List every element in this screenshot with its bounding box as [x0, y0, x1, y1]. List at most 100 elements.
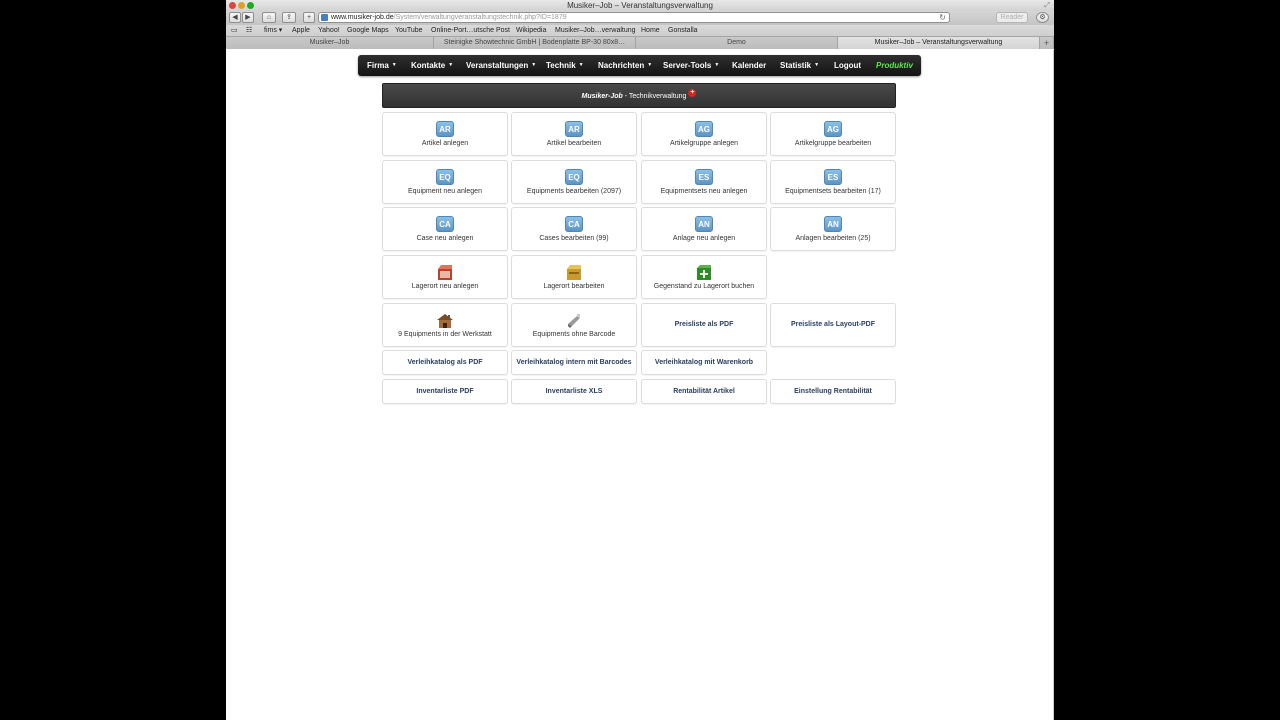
reading-list-icon[interactable]: ▭: [231, 25, 238, 36]
bookmark-item[interactable]: Yahoo!: [318, 25, 340, 36]
header-brand: Musiker-Job: [581, 93, 623, 100]
back-button[interactable]: ◀: [229, 12, 241, 23]
nav-server-tools[interactable]: Server-Tools ▼: [663, 55, 719, 76]
tile-einstellung-rentabilitaet[interactable]: Einstellung Rentabilität: [770, 379, 896, 404]
address-bar[interactable]: www.musiker-job.de/System/verwaltungvera…: [318, 12, 950, 23]
tile-rentabilitaet-artikel[interactable]: Rentabilität Artikel: [641, 379, 767, 404]
tile-equipment-neu-anlegen[interactable]: EQ Equipment neu anlegen: [382, 160, 508, 204]
barcode-scanner-icon: [565, 312, 583, 329]
header-title: - Technikverwaltung: [622, 93, 687, 100]
reload-icon[interactable]: ↻: [939, 13, 946, 22]
tile-label: Equipments bearbeiten (2097): [526, 188, 622, 195]
bookmark-item[interactable]: fims ▾: [264, 25, 282, 36]
browser-tab[interactable]: Demo: [636, 37, 838, 49]
add-icon[interactable]: +: [688, 89, 697, 97]
share-button[interactable]: ⇪: [282, 12, 296, 23]
eq-badge-icon: EQ: [436, 169, 454, 185]
bookmark-item[interactable]: Gonstalla: [668, 25, 698, 36]
tile-lagerort-bearbeiten[interactable]: Lagerort bearbeiten: [511, 255, 637, 299]
tile-equipments-bearbeiten-2097[interactable]: EQ Equipments bearbeiten (2097): [511, 160, 637, 204]
workshop-icon: [436, 312, 454, 329]
tile-label: Inventarliste XLS: [545, 388, 603, 395]
caret-down-icon: ▼: [448, 62, 454, 69]
tile-artikel-anlegen[interactable]: AR Artikel anlegen: [382, 112, 508, 156]
tile-artikel-bearbeiten[interactable]: AR Artikel bearbeiten: [511, 112, 637, 156]
bookmarks-bar: ▭ ☷ fims ▾ Apple Yahoo! Google Maps YouT…: [226, 25, 1054, 37]
bookmark-item[interactable]: YouTube: [395, 25, 423, 36]
tile-equipmentsets-neu-anlegen[interactable]: ES Equipmentsets neu anlegen: [641, 160, 767, 204]
browser-tab[interactable]: Steinigke Showtechnic GmbH | Bodenplatte…: [434, 37, 636, 49]
tile-cases-bearbeiten-99[interactable]: CA Cases bearbeiten (99): [511, 207, 637, 251]
tile-9-equipments-in-der-werkstatt[interactable]: 9 Equipments in der Werkstatt: [382, 303, 508, 347]
reader-button[interactable]: Reader: [996, 12, 1028, 23]
caret-down-icon: ▼: [647, 62, 653, 69]
tile-label: Gegenstand zu Lagerort buchen: [653, 283, 755, 290]
tile-label: Lagerort neu anlegen: [411, 283, 479, 290]
tile-anlage-neu-anlegen[interactable]: AN Anlage neu anlegen: [641, 207, 767, 251]
home-button[interactable]: ⌂: [262, 12, 276, 23]
green-box-icon: [695, 264, 713, 281]
tile-lagerort-neu-anlegen[interactable]: Lagerort neu anlegen: [382, 255, 508, 299]
fullscreen-icon[interactable]: ⤢: [1044, 0, 1050, 11]
tile-verleihkatalog-mit-warenkorb[interactable]: Verleihkatalog mit Warenkorb: [641, 350, 767, 375]
tile-artikelgruppe-bearbeiten[interactable]: AG Artikelgruppe bearbeiten: [770, 112, 896, 156]
nav-produktiv[interactable]: Produktiv: [876, 55, 913, 76]
add-bookmark-button[interactable]: +: [303, 12, 315, 23]
tile-inventarliste-xls[interactable]: Inventarliste XLS: [511, 379, 637, 404]
tile-equipments-ohne-barcode[interactable]: Equipments ohne Barcode: [511, 303, 637, 347]
tile-verleihkatalog-intern-mit-barcodes[interactable]: Verleihkatalog intern mit Barcodes: [511, 350, 637, 375]
nav-label: Statistik: [780, 61, 812, 70]
browser-toolbar: ◀ ▶ ⌂ ⇪ + www.musiker-job.de/System/verw…: [226, 11, 1054, 25]
url-host: www.musiker-job.de: [331, 14, 394, 21]
ag-badge-icon: AG: [824, 121, 842, 137]
ag-badge-icon: AG: [695, 121, 713, 137]
tile-verleihkatalog-als-pdf[interactable]: Verleihkatalog als PDF: [382, 350, 508, 375]
tile-anlagen-bearbeiten-25[interactable]: AN Anlagen bearbeiten (25): [770, 207, 896, 251]
bookmark-item[interactable]: Online-Port…utsche Post: [431, 25, 510, 36]
tile-label: Verleihkatalog intern mit Barcodes: [516, 359, 632, 366]
section-header: Musiker-Job - Technikverwaltung+: [382, 83, 896, 108]
tile-case-neu-anlegen[interactable]: CA Case neu anlegen: [382, 207, 508, 251]
nav-label: Server-Tools: [663, 61, 712, 70]
top-sites-icon[interactable]: ☷: [246, 25, 252, 36]
nav-label: Firma: [367, 61, 389, 70]
gear-icon: ⚙: [1039, 14, 1046, 21]
nav-nachrichten[interactable]: Nachrichten ▼: [598, 55, 652, 76]
nav-veranstaltungen[interactable]: Veranstaltungen ▼: [466, 55, 536, 76]
nav-statistik[interactable]: Statistik ▼: [780, 55, 819, 76]
caret-down-icon: ▼: [578, 62, 584, 69]
nav-label: Technik: [546, 61, 576, 70]
nav-firma[interactable]: Firma ▼: [367, 55, 397, 76]
browser-tab[interactable]: Musiker–Job: [226, 37, 434, 49]
browser-tab-active[interactable]: Musiker–Job – Veranstaltungsverwaltung: [838, 37, 1040, 49]
nav-kontakte[interactable]: Kontakte ▼: [411, 55, 453, 76]
settings-button[interactable]: ⚙: [1036, 12, 1049, 23]
ca-badge-icon: CA: [565, 216, 583, 232]
caret-down-icon: ▼: [814, 62, 820, 69]
main-nav: Firma ▼ Kontakte ▼ Veranstaltungen ▼ Techni…: [358, 55, 921, 76]
nav-kalender[interactable]: Kalender: [732, 55, 766, 76]
caret-down-icon: ▼: [714, 62, 720, 69]
nav-technik[interactable]: Technik ▼: [546, 55, 584, 76]
bookmark-item[interactable]: Google Maps: [347, 25, 389, 36]
url-path: /System/verwaltungveranstaltungstechnik.…: [393, 14, 567, 21]
bookmark-item[interactable]: Musiker–Job…verwaltung: [555, 25, 636, 36]
bookmark-item[interactable]: Wikipedia: [516, 25, 546, 36]
bookmark-item[interactable]: Home: [641, 25, 660, 36]
tile-label: Artikelgruppe anlegen: [669, 140, 739, 147]
ca-badge-icon: CA: [436, 216, 454, 232]
tile-preisliste-als-layout-pdf[interactable]: Preisliste als Layout-PDF: [770, 303, 896, 347]
tile-label: Equipment neu anlegen: [408, 188, 482, 195]
nav-logout[interactable]: Logout: [834, 55, 861, 76]
new-tab-button[interactable]: +: [1040, 37, 1054, 49]
tile-preisliste-als-pdf[interactable]: Preisliste als PDF: [641, 303, 767, 347]
tile-inventarliste-pdf[interactable]: Inventarliste PDF: [382, 379, 508, 404]
forward-button[interactable]: ▶: [242, 12, 254, 23]
tile-equipmentsets-bearbeiten-17[interactable]: ES Equipmentsets bearbeiten (17): [770, 160, 896, 204]
tile-label: Rentabilität Artikel: [673, 388, 735, 395]
bookmark-item[interactable]: Apple: [292, 25, 310, 36]
tile-label: Verleihkatalog als PDF: [407, 359, 483, 366]
tile-artikelgruppe-anlegen[interactable]: AG Artikelgruppe anlegen: [641, 112, 767, 156]
tile-label: Artikel bearbeiten: [546, 140, 602, 147]
tile-gegenstand-zu-lagerort-buchen[interactable]: Gegenstand zu Lagerort buchen: [641, 255, 767, 299]
